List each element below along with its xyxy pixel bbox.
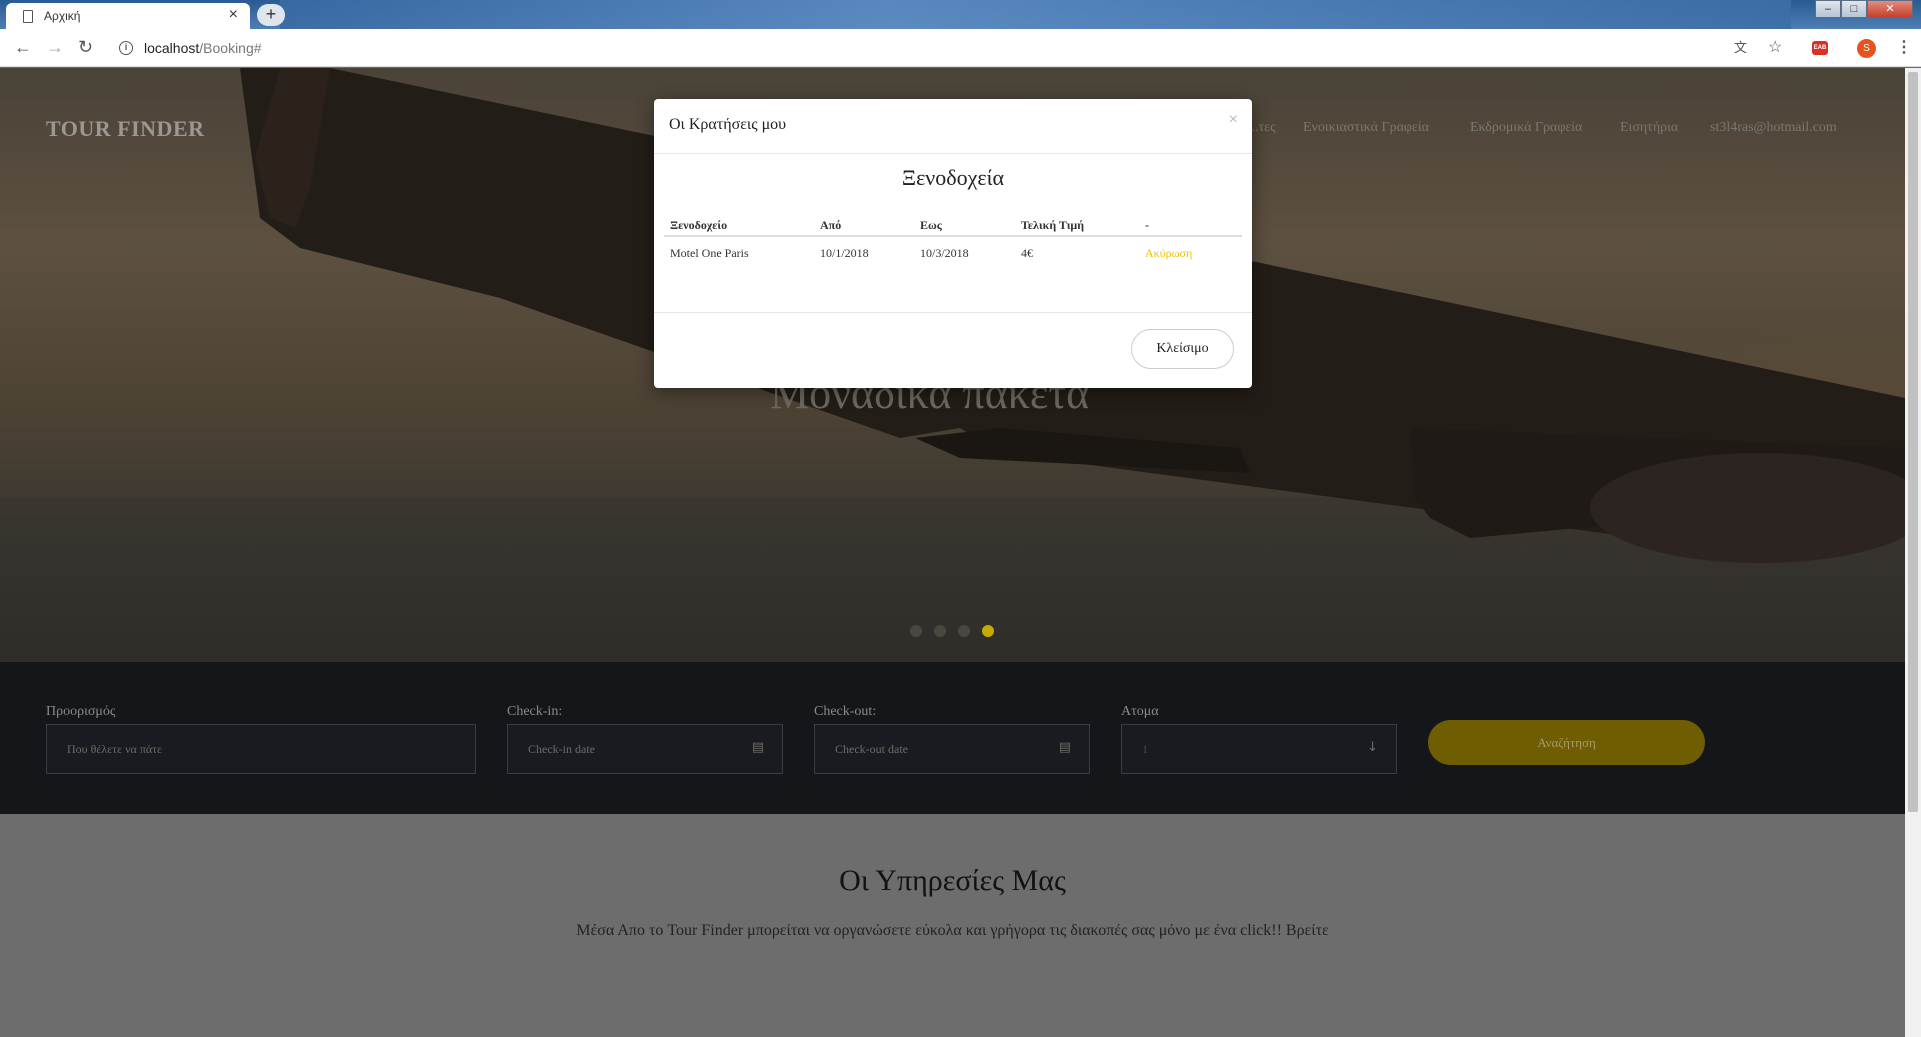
destination-placeholder: Που θέλετε να πάτε: [67, 742, 163, 756]
table-header: Ξενοδοχείο Από Εως Τελική Τιμή -: [664, 212, 1242, 237]
address-bar[interactable]: i localhost/Booking#: [110, 34, 1810, 62]
page-icon: [23, 10, 33, 23]
chevron-down-icon: ↓: [1367, 740, 1378, 755]
window-controls: – □ ✕: [1815, 0, 1913, 18]
brand-logo[interactable]: TOUR FINDER: [46, 116, 205, 142]
table-row: Motel One Paris 10/1/2018 10/3/2018 4€ Α…: [664, 240, 1242, 274]
nav-item-partial[interactable]: ...τες: [1248, 120, 1276, 136]
destination-label: Προορισμός: [46, 704, 116, 719]
calendar-icon: ▤: [751, 740, 764, 755]
destination-input[interactable]: Που θέλετε να πάτε: [46, 724, 476, 774]
cell-total-price: 4€: [1021, 246, 1033, 260]
services-text: Μέσα Απο το Tour Finder μπορείται να οργ…: [576, 922, 1329, 939]
minimize-button[interactable]: –: [1815, 0, 1841, 18]
menu-kebab-icon[interactable]: ⋮: [1896, 37, 1912, 57]
people-value: 1: [1142, 742, 1148, 756]
nav-item-rental-offices[interactable]: Ενοικιαστικά Γραφεία: [1303, 120, 1429, 136]
search-button[interactable]: Αναζήτηση: [1428, 720, 1705, 765]
column-header-total-price: Τελική Τιμή: [1021, 218, 1085, 232]
forward-arrow-icon[interactable]: →: [46, 37, 64, 58]
slider-dot[interactable]: [910, 625, 922, 637]
search-bar: Προορισμός Που θέλετε να πάτε Check-in: …: [0, 662, 1905, 814]
column-header-from: Από: [820, 218, 842, 232]
scrollbar-thumb[interactable]: [1908, 72, 1918, 812]
nav-item-user-email[interactable]: st3l4ras@hotmail.com: [1710, 120, 1837, 136]
slider-dot-active[interactable]: [982, 625, 994, 637]
browser-tabstrip: Αρχική × + – □ ✕: [0, 0, 1921, 29]
people-select[interactable]: 1 ↓: [1121, 724, 1397, 774]
checkout-date-input[interactable]: Check-out date ▤: [814, 724, 1090, 774]
tabstrip-background: [280, 0, 1791, 29]
extension-eab-icon[interactable]: EAB: [1812, 41, 1828, 55]
calendar-icon: ▤: [1058, 740, 1071, 755]
tab-close-icon[interactable]: ×: [229, 6, 238, 24]
url-text[interactable]: localhost/Booking#: [144, 40, 262, 56]
checkout-label: Check-out:: [814, 704, 877, 719]
info-icon[interactable]: i: [119, 41, 133, 55]
url-path: /Booking#: [199, 40, 262, 56]
slider-dot[interactable]: [934, 625, 946, 637]
browser-toolbar: ← → ↻ i localhost/Booking# 文 ☆ EAB S ⋮: [0, 29, 1921, 67]
bookings-modal: Οι Κρατήσεις μου × Ξενοδοχεία Ξενοδοχείο…: [654, 99, 1252, 388]
slider-dots: [910, 625, 994, 637]
column-header-action: -: [1145, 218, 1149, 232]
people-label: Ατομα: [1121, 704, 1159, 719]
services-title: Οι Υπηρεσίες Μας: [839, 864, 1066, 897]
nav-item-tickets[interactable]: Εισητήρια: [1620, 120, 1678, 136]
profile-avatar[interactable]: S: [1857, 39, 1876, 58]
hotels-section-title: Ξενοδοχεία: [901, 165, 1005, 190]
cancel-booking-link[interactable]: Ακύρωση: [1145, 246, 1192, 261]
window-close-button[interactable]: ✕: [1867, 0, 1913, 18]
url-host: localhost: [144, 40, 200, 56]
cell-from: 10/1/2018: [820, 246, 869, 260]
cell-hotel: Motel One Paris: [670, 246, 749, 260]
reload-icon[interactable]: ↻: [78, 37, 93, 58]
cell-to: 10/3/2018: [920, 246, 969, 260]
modal-header: Οι Κρατήσεις μου ×: [654, 99, 1252, 154]
tab-title: Αρχική: [44, 9, 81, 23]
close-button[interactable]: Κλείσιμο: [1131, 329, 1234, 369]
column-header-to: Εως: [920, 218, 942, 232]
page-scrollbar[interactable]: [1905, 68, 1921, 1037]
checkin-date-input[interactable]: Check-in date ▤: [507, 724, 783, 774]
back-arrow-icon[interactable]: ←: [14, 37, 32, 58]
modal-footer: Κλείσιμο: [654, 312, 1252, 388]
checkout-placeholder: Check-out date: [835, 742, 908, 756]
checkin-label: Check-in:: [507, 704, 563, 719]
modal-title: Οι Κρατήσεις μου: [669, 116, 787, 133]
nav-item-travel-agencies[interactable]: Εκδρομικά Γραφεία: [1470, 120, 1582, 136]
column-header-hotel: Ξενοδοχείο: [670, 218, 728, 232]
browser-tab[interactable]: Αρχική ×: [6, 3, 250, 29]
maximize-button[interactable]: □: [1841, 0, 1867, 18]
services-section: Οι Υπηρεσίες Μας Μέσα Απο το Tour Finder…: [0, 814, 1905, 1037]
close-icon[interactable]: ×: [1229, 111, 1238, 129]
new-tab-button[interactable]: +: [257, 4, 285, 26]
slider-dot[interactable]: [958, 625, 970, 637]
star-icon[interactable]: ☆: [1768, 37, 1782, 57]
translate-icon[interactable]: 文: [1734, 37, 1747, 56]
checkin-placeholder: Check-in date: [528, 742, 595, 756]
